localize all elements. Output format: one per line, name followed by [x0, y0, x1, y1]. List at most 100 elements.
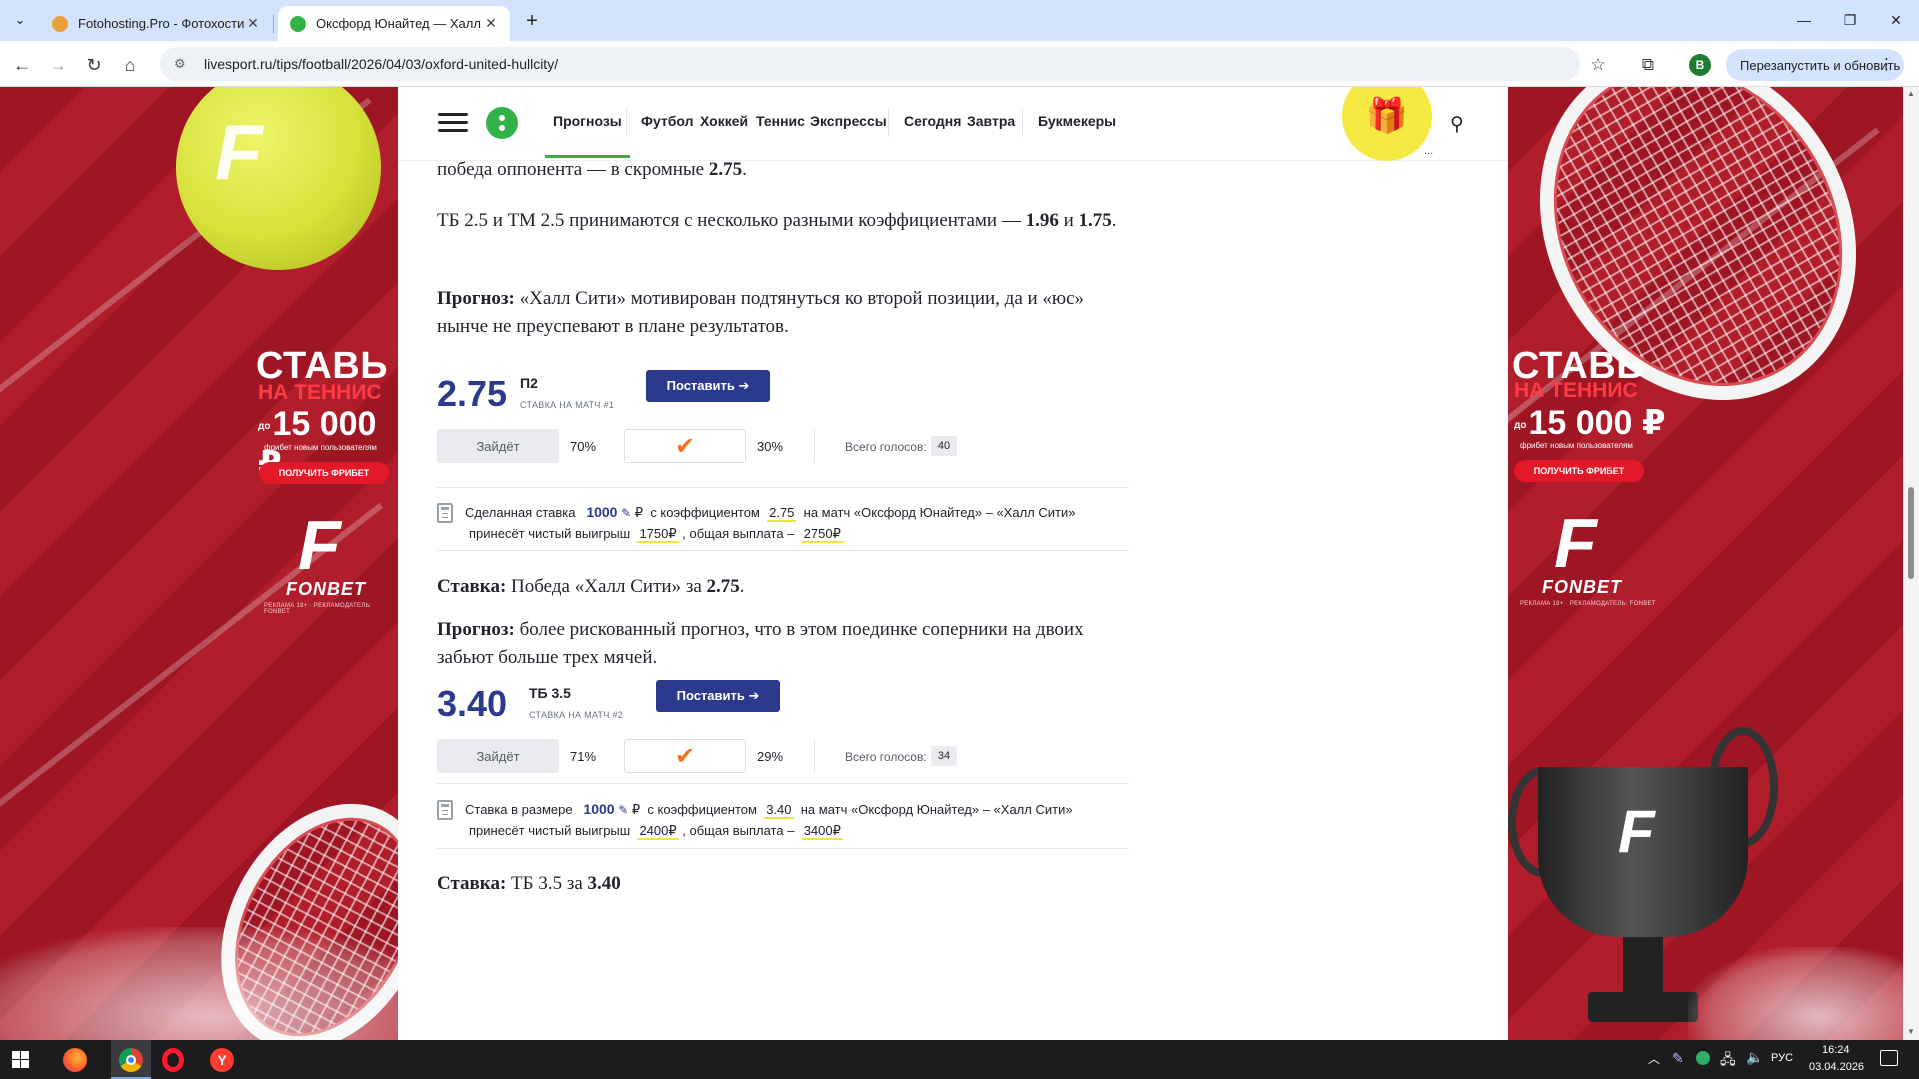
vote-total-label: Всего голосов: [845, 750, 927, 764]
forward-icon[interactable]: → [44, 51, 72, 79]
gift-icon[interactable]: 🎁 [1342, 87, 1432, 161]
nav-item-today[interactable]: Сегодня [904, 113, 961, 129]
page-scrollbar[interactable]: ▲ ▼ [1903, 87, 1919, 1040]
scroll-down-icon[interactable]: ▼ [1907, 1027, 1915, 1036]
url-text: livesport.ru/tips/football/2026/04/03/ox… [204, 56, 559, 72]
tray-pen-icon[interactable]: ✎ [1672, 1050, 1684, 1067]
calc-payout: 2750₽ [801, 526, 843, 543]
place-bet-button[interactable]: Поставить ➔ [656, 680, 780, 712]
scroll-up-icon[interactable]: ▲ [1907, 89, 1915, 98]
left-ad-banner[interactable]: F СТАВЬ НА ТЕННИС до15 000 ₽ фрибет новы… [0, 87, 398, 1040]
minimize-window-icon[interactable]: — [1786, 8, 1822, 32]
right-ad-banner[interactable]: СТАВЬ НА ТЕННИС до15 000 ₽ фрибет новым … [1508, 87, 1903, 1040]
article-paragraph: Ставка: Победа «Халл Сити» за 2.75. [437, 576, 745, 597]
ad-amount-caption: фрибет новым пользователям [1520, 441, 1633, 450]
vote-fail-button[interactable]: ✔ [624, 739, 746, 773]
nav-item-football[interactable]: Футбол [641, 113, 694, 129]
nav-item-express[interactable]: Экспрессы [810, 113, 887, 129]
tab-fotohosting[interactable]: Fotohosting.Pro - Фотохостинг ✕ [40, 6, 272, 41]
tray-app-icon[interactable] [1696, 1051, 1710, 1065]
notifications-icon[interactable] [1880, 1050, 1898, 1066]
nav-item-tennis[interactable]: Теннис [756, 113, 805, 129]
search-icon[interactable]: ⚲ [1450, 113, 1464, 136]
vote-fail-percent: 29% [757, 749, 784, 764]
windows-start-icon[interactable] [12, 1051, 29, 1068]
scroll-thumb[interactable] [1908, 487, 1914, 579]
chrome-taskbar-icon[interactable] [111, 1040, 151, 1079]
nav-item-bookmakers[interactable]: Букмекеры [1038, 113, 1116, 129]
chalk-dust [0, 927, 398, 1040]
volume-icon[interactable]: 🔈 [1746, 1049, 1763, 1066]
relaunch-label: Перезапустить и обновить [1740, 57, 1901, 73]
network-icon[interactable]: 🖧 [1720, 1049, 1736, 1073]
tray-chevron-icon[interactable]: ︿ [1648, 1050, 1660, 1067]
livesport-favicon-icon [290, 15, 306, 32]
article-paragraph: ТБ 2.5 и ТМ 2.5 принимаются с несколько … [437, 210, 1117, 231]
stake-amount[interactable]: 1000 [583, 801, 614, 817]
divider [437, 550, 1129, 551]
vote-total-count: 40 [931, 436, 957, 456]
burger-menu-icon[interactable] [438, 113, 468, 133]
home-icon[interactable]: ⌂ [116, 51, 144, 79]
relaunch-update-button[interactable]: Перезапустить и обновить ⋮ [1726, 49, 1904, 81]
check-icon: ✔ [674, 742, 696, 770]
livesport-logo[interactable] [486, 107, 518, 139]
tennis-ball-image [176, 87, 381, 270]
reload-icon[interactable]: ↻ [80, 51, 108, 79]
clock-time[interactable]: 16:24 [1822, 1044, 1850, 1056]
pick-odd: 2.75 [437, 373, 508, 414]
nav-item-hockey[interactable]: Хоккей [700, 113, 748, 129]
profile-avatar[interactable]: В [1689, 54, 1711, 76]
calculator-icon [437, 503, 453, 523]
extensions-icon[interactable]: ⧉ [1634, 51, 1662, 79]
nav-item-predictions[interactable]: Прогнозы [545, 113, 630, 158]
close-icon[interactable]: ✕ [244, 15, 262, 32]
stake-amount[interactable]: 1000 [586, 504, 617, 520]
clock-date[interactable]: 03.04.2026 [1809, 1061, 1864, 1073]
edit-icon[interactable]: ✎ [621, 506, 631, 520]
more-menu-icon[interactable]: ⋮ [1879, 55, 1894, 73]
tab-list-icon[interactable]: ⌄ [8, 8, 32, 32]
star-icon[interactable]: ☆ [1584, 51, 1612, 79]
ad-legal: РЕКЛАМА 18+ · РЕКЛАМОДАТЕЛЬ: FONBET [264, 603, 372, 615]
windows-taskbar: Y ︿ ✎ 🖧 🔈 РУС 16:24 03.04.2026 [0, 1040, 1919, 1079]
article-paragraph: победа оппонента — в скромные 2.75. [437, 159, 747, 180]
fonbet-logo-icon: F [298, 506, 341, 584]
ad-legal: РЕКЛАМА 18+ · РЕКЛАМОДАТЕЛЬ: FONBET [1520, 601, 1656, 607]
restore-window-icon[interactable]: ❐ [1832, 8, 1868, 32]
place-bet-button[interactable]: Поставить ➔ [646, 370, 770, 402]
vote-pass-button[interactable]: Зайдёт [437, 739, 559, 773]
trophy-stem [1623, 937, 1663, 997]
site-info-icon[interactable]: ⚙ [174, 56, 190, 72]
vote-row: Зайдёт 71% ✔ 29% Всего голосов: 34 [437, 739, 1129, 775]
nav-divider [1022, 109, 1023, 137]
tab-separator [273, 15, 274, 33]
address-bar[interactable]: ⚙ livesport.ru/tips/football/2026/04/03/… [160, 47, 1580, 81]
close-icon[interactable]: ✕ [482, 15, 500, 32]
input-language[interactable]: РУС [1771, 1052, 1793, 1064]
yandex-taskbar-icon[interactable]: Y [210, 1048, 234, 1072]
opera-taskbar-icon[interactable] [162, 1048, 184, 1072]
nav-divider [626, 109, 627, 137]
back-icon[interactable]: ← [8, 51, 36, 79]
ad-cta-button[interactable]: ПОЛУЧИТЬ ФРИБЕТ [1514, 460, 1644, 482]
new-tab-icon[interactable]: + [520, 9, 544, 33]
ad-amount-prefix: до [1514, 419, 1527, 431]
vote-divider [814, 739, 815, 773]
pick-odd: 3.40 [437, 683, 508, 724]
vote-fail-button[interactable]: ✔ [624, 429, 746, 463]
edit-icon[interactable]: ✎ [618, 803, 628, 817]
vote-pass-button[interactable]: Зайдёт [437, 429, 559, 463]
nav-item-tomorrow[interactable]: Завтра [967, 113, 1015, 129]
ad-amount: до15 000 ₽ [1514, 403, 1666, 443]
trophy-base [1588, 992, 1698, 1022]
browser-tab-bar: ⌄ Fotohosting.Pro - Фотохостинг ✕ Оксфор… [0, 0, 1919, 41]
calc-win: 1750₽ [637, 526, 679, 543]
tennis-ball-logo: F [215, 108, 263, 196]
calc-line: принесёт чистый выигрыш 2400₽ , общая вы… [469, 823, 843, 840]
close-window-icon[interactable]: ✕ [1878, 8, 1914, 32]
firefox-taskbar-icon[interactable] [63, 1048, 87, 1072]
ad-cta-button[interactable]: ПОЛУЧИТЬ ФРИБЕТ [259, 462, 389, 484]
tab-livesport[interactable]: Оксфорд Юнайтед — Халл Сити ✕ [278, 6, 510, 41]
ad-brand: FONBET [1542, 577, 1622, 597]
